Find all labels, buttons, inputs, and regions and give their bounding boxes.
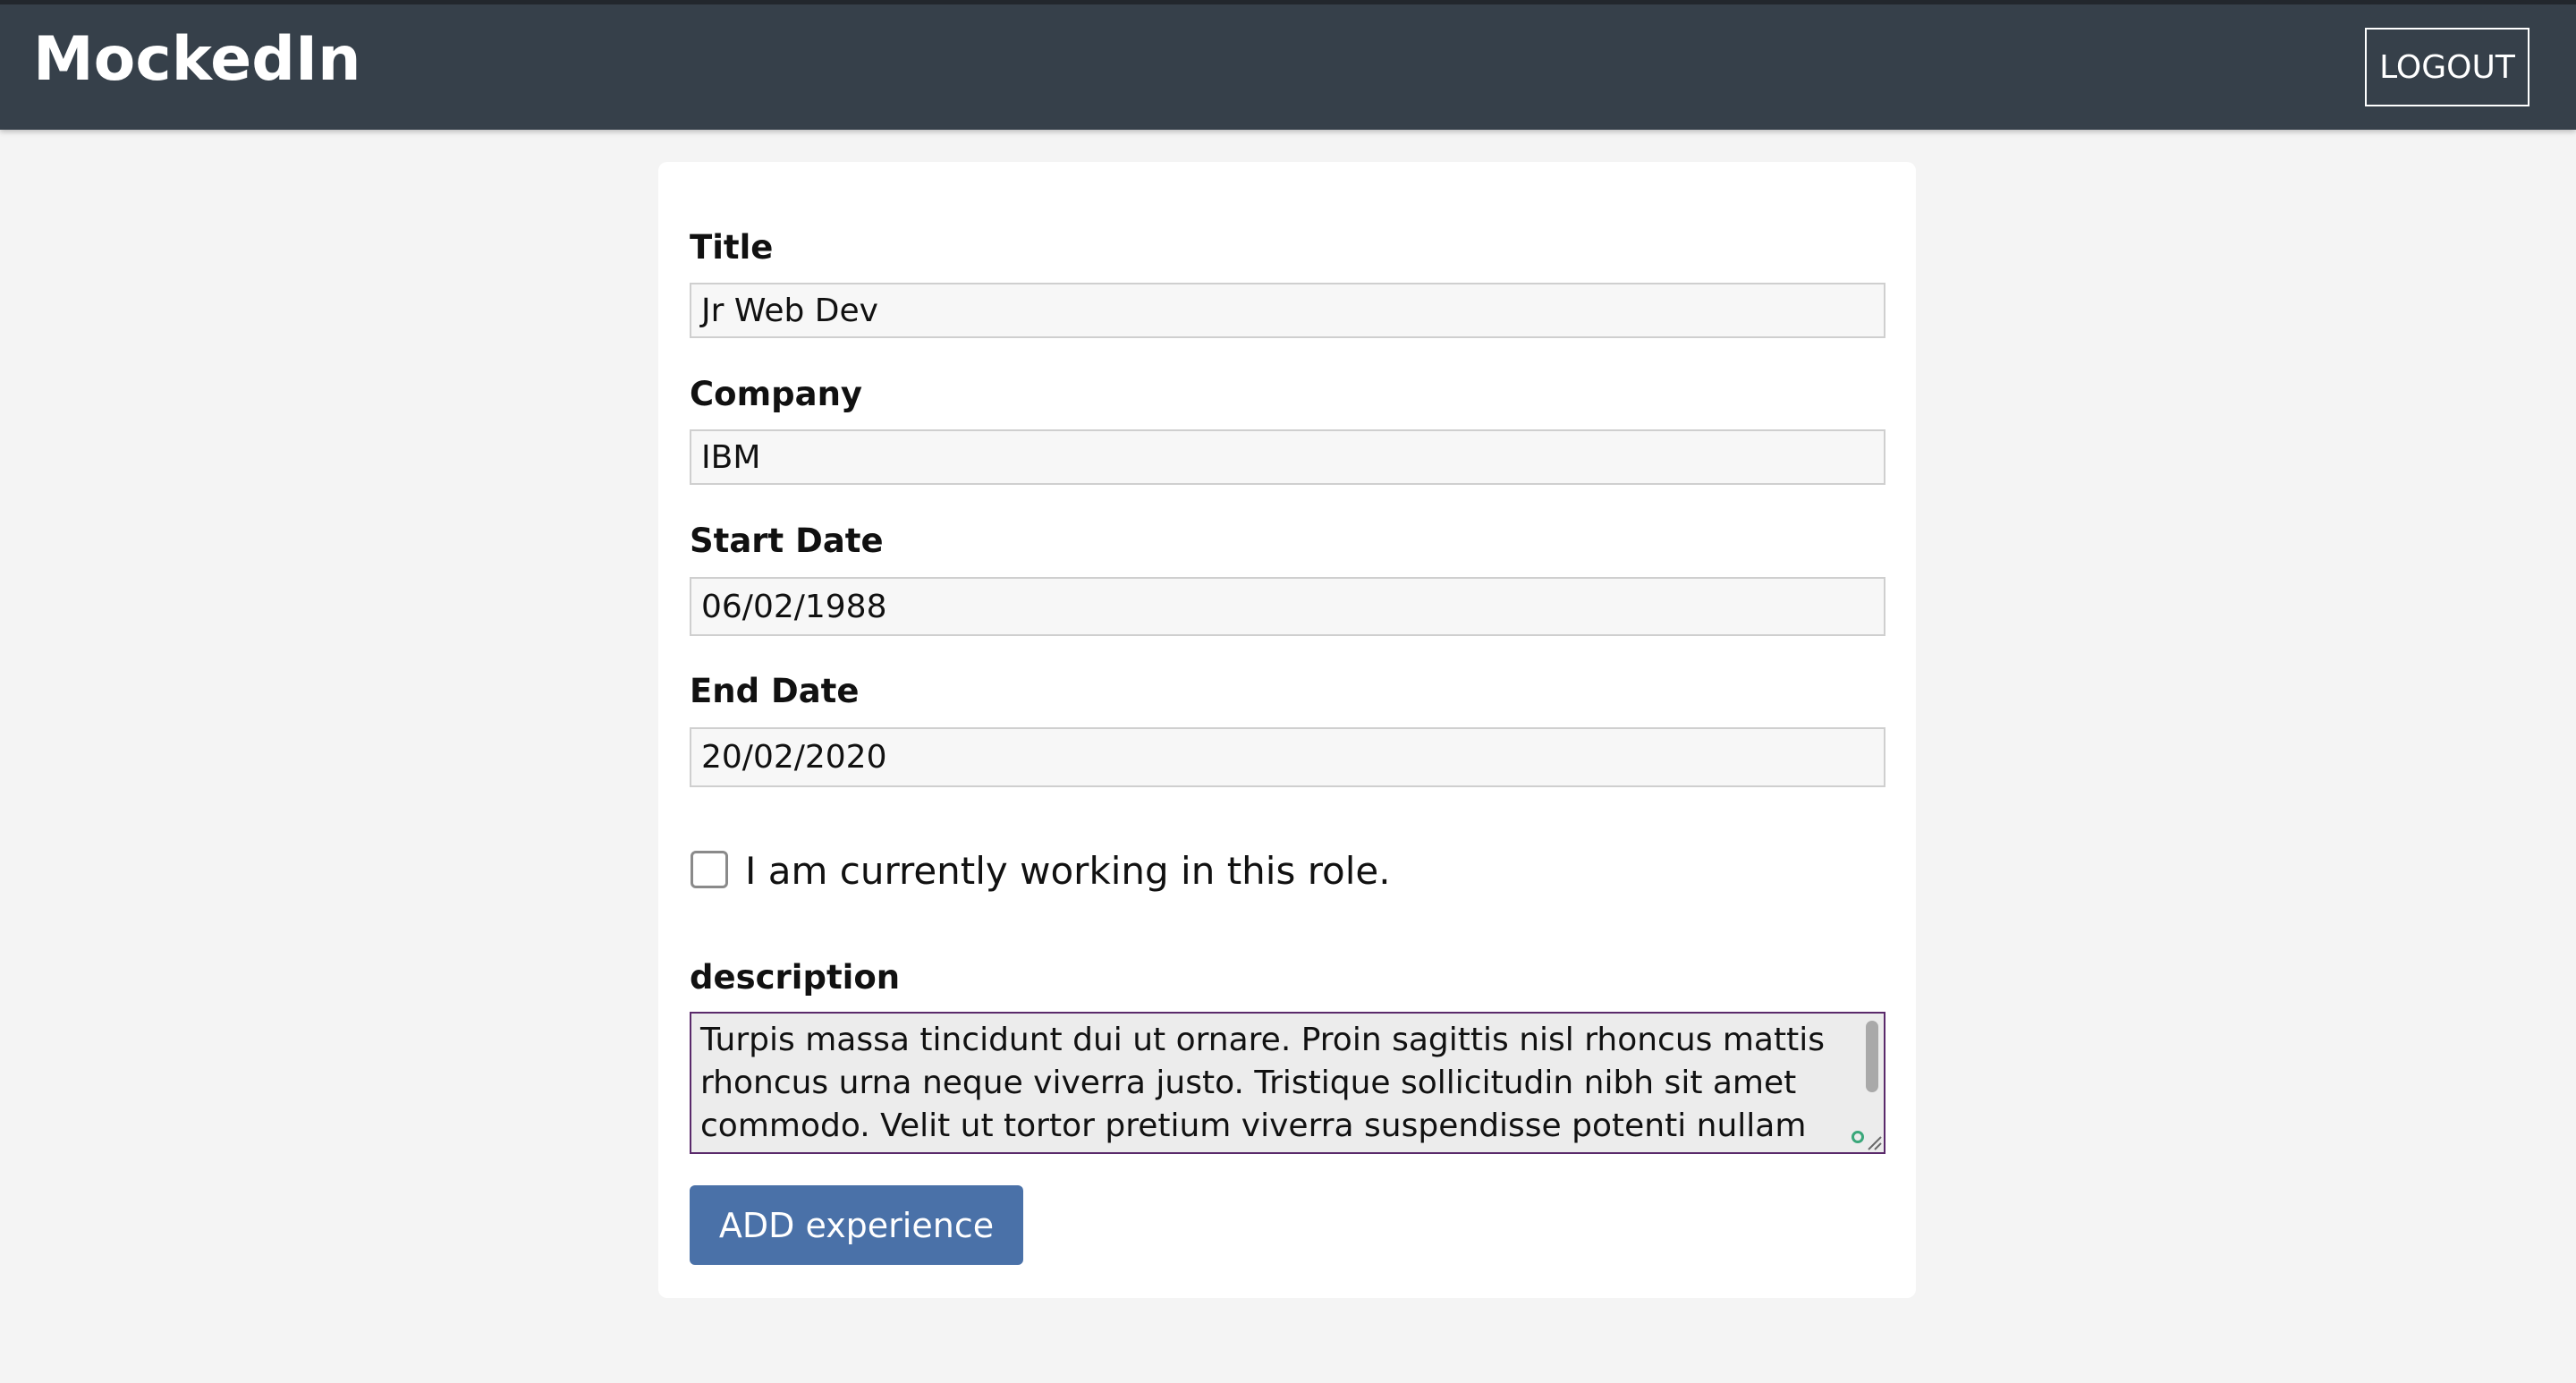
current-role-label[interactable]: I am currently working in this role. bbox=[745, 851, 1391, 892]
logout-button[interactable]: LOGOUT bbox=[2365, 28, 2529, 106]
company-input[interactable]: IBM bbox=[690, 429, 1885, 485]
top-navbar: MockedIn LOGOUT bbox=[0, 0, 2576, 130]
description-textarea[interactable]: Turpis massa tincidunt dui ut ornare. Pr… bbox=[690, 1012, 1885, 1154]
title-input[interactable]: Jr Web Dev bbox=[690, 283, 1885, 338]
add-experience-button[interactable]: ADD experience bbox=[690, 1185, 1023, 1265]
current-role-checkbox[interactable] bbox=[691, 851, 728, 888]
app-logo[interactable]: MockedIn bbox=[33, 30, 361, 90]
start-date-input[interactable]: 06/02/1988 bbox=[690, 577, 1885, 636]
textarea-scroll-thumb[interactable] bbox=[1866, 1021, 1878, 1092]
title-label: Title bbox=[690, 228, 774, 267]
company-label: Company bbox=[690, 375, 863, 413]
end-date-input[interactable]: 20/02/2020 bbox=[690, 727, 1885, 787]
description-text: Turpis massa tincidunt dui ut ornare. Pr… bbox=[700, 1022, 1825, 1152]
end-date-label: End Date bbox=[690, 672, 860, 710]
resize-grip-icon[interactable] bbox=[1866, 1134, 1882, 1150]
start-date-label: Start Date bbox=[690, 522, 884, 560]
description-label: description bbox=[690, 958, 901, 997]
grammar-check-icon[interactable] bbox=[1852, 1131, 1864, 1143]
